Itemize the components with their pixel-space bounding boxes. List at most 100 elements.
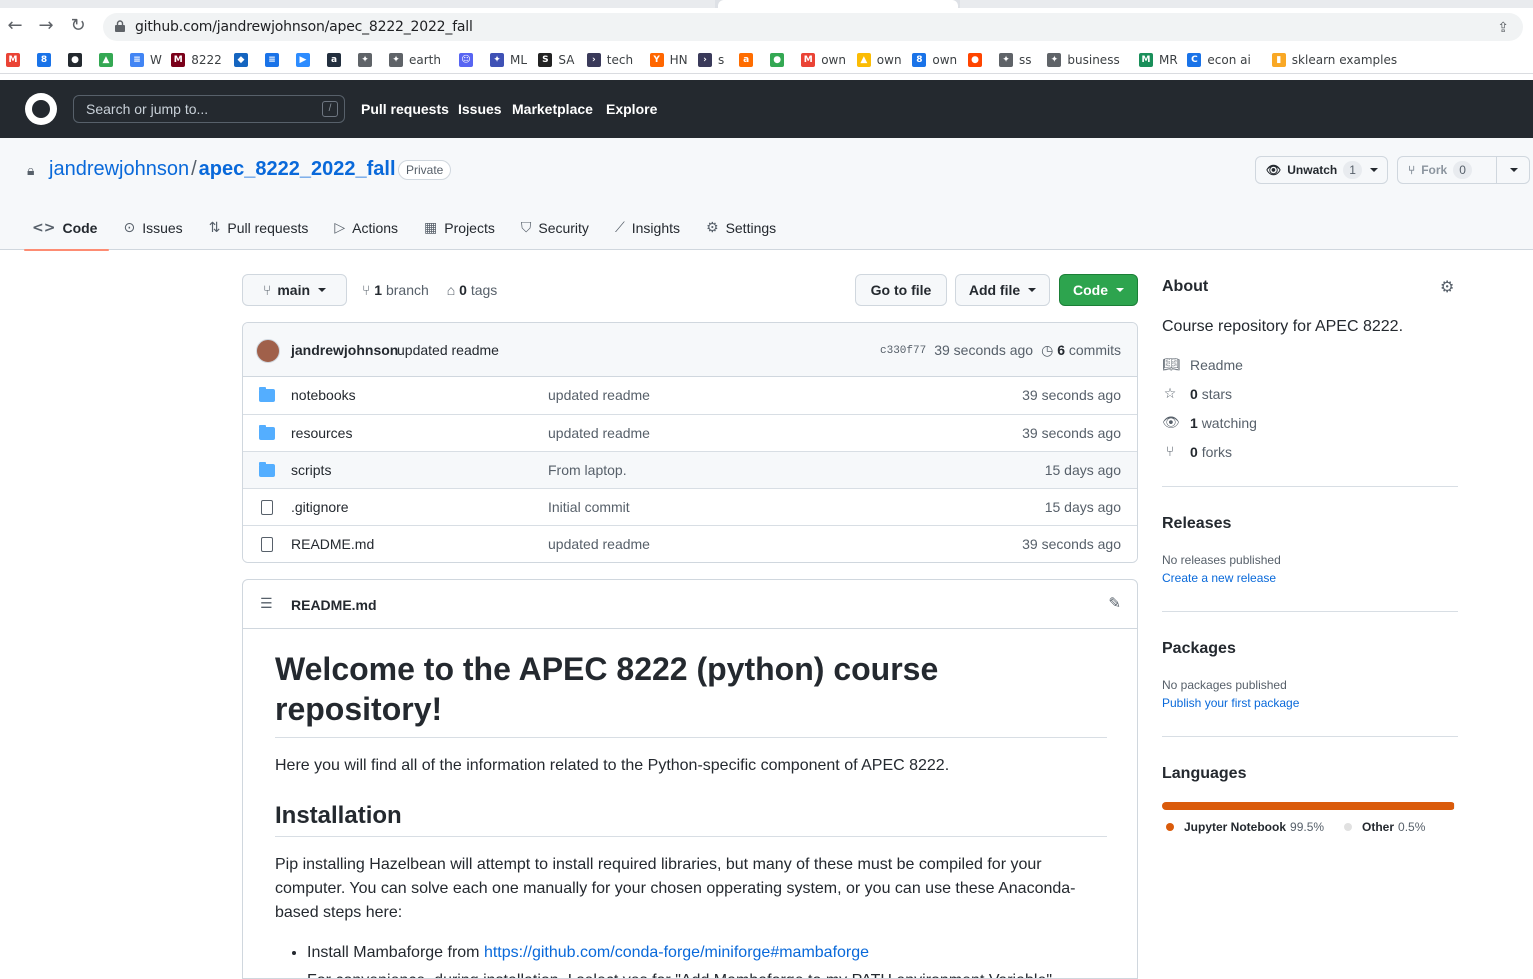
avatar[interactable] (256, 339, 280, 363)
file-commit-message-link[interactable]: Initial commit (548, 499, 630, 515)
fork-dropdown-button[interactable] (1496, 156, 1530, 184)
bookmark-22[interactable]: 8 own (912, 52, 957, 68)
pencil-icon[interactable]: ✎ (1108, 594, 1121, 612)
forward-icon[interactable]: → (37, 17, 55, 35)
bookmark-9[interactable]: a (327, 52, 341, 68)
gear-icon[interactable]: ⚙ (1440, 277, 1454, 296)
tags-link[interactable]: ⌂ 0 tags (447, 282, 498, 298)
bookmark-21[interactable]: ▲ own (856, 52, 902, 68)
publish-package-link[interactable]: Publish your first package (1162, 696, 1299, 710)
bookmark-19[interactable]: ● (770, 52, 785, 68)
commit-sha-link[interactable]: c330f77 (880, 345, 926, 359)
share-icon[interactable]: ⇪ (1497, 19, 1509, 36)
bookmark-12[interactable]: ☺ (459, 52, 473, 68)
file-name-link[interactable]: resources (291, 425, 352, 441)
bookmark-11[interactable]: ✦ earth (389, 52, 441, 68)
bookmark-1[interactable]: 8 (37, 52, 51, 68)
bookmark-18[interactable]: a (739, 52, 754, 68)
tab-settings[interactable]: ⚙ Settings (698, 206, 788, 250)
bookmark-17[interactable]: › s (698, 52, 724, 68)
bookmark-23[interactable]: ● (968, 52, 982, 68)
reload-icon[interactable]: ↻ (69, 17, 87, 35)
nav-issues[interactable]: Issues (458, 101, 502, 117)
packages-heading[interactable]: Packages (1162, 640, 1236, 658)
bookmark-6[interactable]: ◆ (234, 52, 248, 68)
bookmark-5[interactable]: M 8222 (171, 52, 222, 68)
tab-security[interactable]: ⛉ Security (513, 206, 601, 250)
bookmark-0[interactable]: M (6, 52, 20, 68)
bookmark-20[interactable]: Mown (801, 52, 846, 68)
file-commit-message-link[interactable]: updated readme (548, 387, 650, 403)
commit-message-link[interactable]: updated readme (397, 342, 499, 358)
repo-name-link[interactable]: apec_8222_2022_fall (199, 158, 396, 180)
file-name-link[interactable]: notebooks (291, 387, 356, 403)
bookmark-27[interactable]: Cecon ai (1187, 52, 1251, 68)
bookmark-3[interactable]: ▲ (99, 52, 113, 68)
bookmark-14[interactable]: S SA (538, 52, 574, 68)
list-icon[interactable]: ☰ (260, 595, 273, 612)
file-commit-message-link[interactable]: From laptop. (548, 462, 627, 478)
browser-tab-active[interactable] (718, 0, 958, 12)
table-row[interactable]: .gitignore Initial commit 15 days ago (243, 488, 1137, 525)
stars-link[interactable]: ☆ 0 stars (1162, 386, 1232, 402)
nav-pull-requests[interactable]: Pull requests (361, 101, 449, 117)
nav-marketplace[interactable]: Marketplace (512, 101, 593, 117)
calendar-icon: 8 (37, 53, 51, 67)
branch-select-button[interactable]: ⑂ main (242, 274, 347, 306)
readme-filename[interactable]: README.md (291, 597, 377, 613)
bookmark-24[interactable]: ✦ ss (999, 52, 1032, 68)
readme-link[interactable]: 📖︎ Readme (1162, 357, 1243, 373)
commits-history-link[interactable]: ◷ 6 commits (1041, 342, 1121, 359)
bookmark-8[interactable]: ▶ (296, 52, 310, 68)
create-release-link[interactable]: Create a new release (1162, 571, 1276, 585)
commit-author-link[interactable]: jandrewjohnson (291, 342, 398, 358)
file-name-link[interactable]: .gitignore (291, 499, 349, 515)
search-input[interactable]: Search or jump to... / (73, 95, 345, 123)
mambaforge-link[interactable]: https://github.com/conda-forge/miniforge… (484, 944, 869, 961)
file-commit-message-link[interactable]: updated readme (548, 536, 650, 552)
bookmark-13[interactable]: ✦ ML (490, 52, 527, 68)
watching-link[interactable]: 👁︎ 1 watching (1162, 415, 1257, 431)
github-logo-icon[interactable] (25, 93, 57, 125)
bookmark-16[interactable]: Y HN (649, 52, 688, 68)
file-commit-message-link[interactable]: updated readme (548, 425, 650, 441)
address-bar[interactable]: github.com/jandrewjohnson/apec_8222_2022… (103, 13, 1523, 41)
code-button[interactable]: Code (1059, 274, 1138, 306)
tab-projects[interactable]: ▦ Projects (416, 206, 507, 250)
bookmark-10[interactable]: ✦ (358, 52, 372, 68)
bookmark-28[interactable]: ▮ sklearn examples (1271, 52, 1397, 68)
repo-owner-link[interactable]: jandrewjohnson (49, 158, 189, 180)
file-name-link[interactable]: scripts (291, 462, 331, 478)
back-icon[interactable]: ← (6, 17, 24, 35)
forks-link[interactable]: ⑂ 0 forks (1162, 444, 1232, 460)
browser-tab[interactable] (0, 0, 715, 8)
table-row[interactable]: resources updated readme 39 seconds ago (243, 414, 1137, 451)
tab-actions[interactable]: ▷ Actions (326, 206, 410, 250)
bookmark-4[interactable]: ≡ W (130, 52, 162, 68)
fork-button[interactable]: ⑂ Fork 0 (1397, 156, 1497, 184)
bookmark-7[interactable]: ≡ (265, 52, 279, 68)
bookmark-26[interactable]: M MR (1139, 52, 1178, 68)
go-to-file-button[interactable]: Go to file (855, 274, 947, 306)
table-row[interactable]: notebooks updated readme 39 seconds ago (243, 377, 1137, 414)
unwatch-button[interactable]: 👁︎ Unwatch 1 (1255, 156, 1388, 184)
language-jupyter[interactable]: Jupyter Notebook 99.5% (1166, 820, 1324, 834)
tab-code[interactable]: <> Code (24, 206, 110, 251)
list-item: For convenience, during installation, I … (307, 969, 1107, 978)
file-name-link[interactable]: README.md (291, 536, 374, 552)
nav-explore[interactable]: Explore (606, 101, 657, 117)
tab-issues[interactable]: ⊙ Issues (115, 206, 194, 250)
tab-insights[interactable]: ⟋ Insights (607, 206, 692, 250)
bookmark-15[interactable]: › tech (586, 52, 633, 68)
address-url[interactable]: github.com/jandrewjohnson/apec_8222_2022… (135, 19, 473, 35)
add-file-button[interactable]: Add file (955, 274, 1050, 306)
branches-link[interactable]: ⑂ 1 branch (362, 282, 429, 298)
bookmark-2[interactable]: ● (68, 52, 82, 68)
language-other[interactable]: Other 0.5% (1344, 820, 1425, 834)
bookmark-25[interactable]: ✦ business (1047, 52, 1120, 68)
browser-tab[interactable] (960, 0, 1533, 8)
releases-heading[interactable]: Releases (1162, 515, 1231, 533)
tab-pull-requests[interactable]: ⇅ Pull requests (201, 206, 321, 250)
table-row[interactable]: README.md updated readme 39 seconds ago (243, 525, 1137, 562)
table-row[interactable]: scripts From laptop. 15 days ago (243, 451, 1137, 488)
